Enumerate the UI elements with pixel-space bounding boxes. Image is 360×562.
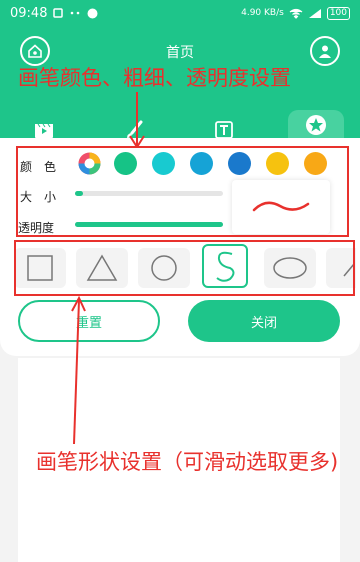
annotation-shape-settings: 画笔形状设置（可滑动选取更多) xyxy=(36,450,339,474)
signal-icon xyxy=(308,8,321,18)
annotation-arrow-bottom xyxy=(71,296,86,445)
user-button[interactable] xyxy=(310,36,340,66)
text-icon xyxy=(215,121,233,139)
dots-icon xyxy=(71,11,80,15)
annotation-arrow-top-head xyxy=(129,135,145,148)
status-bar: 09:48 4.90 KB/s 100 xyxy=(0,0,360,26)
annotation-brush-settings: 画笔颜色、粗细、透明度设置 xyxy=(18,66,291,90)
battery-indicator: 100 xyxy=(326,6,350,20)
annotation-box-shapes xyxy=(14,240,355,296)
page-title: 首页 xyxy=(166,45,194,61)
notification-icon xyxy=(53,8,64,18)
user-icon xyxy=(319,45,331,58)
status-time: 09:48 xyxy=(10,5,48,21)
star-icon xyxy=(306,115,326,135)
help-icon xyxy=(87,8,98,18)
wifi-icon xyxy=(289,8,303,19)
close-button[interactable]: 关闭 xyxy=(188,300,340,342)
annotation-box-settings xyxy=(16,146,349,237)
network-speed: 4.90 KB/s xyxy=(241,8,284,18)
